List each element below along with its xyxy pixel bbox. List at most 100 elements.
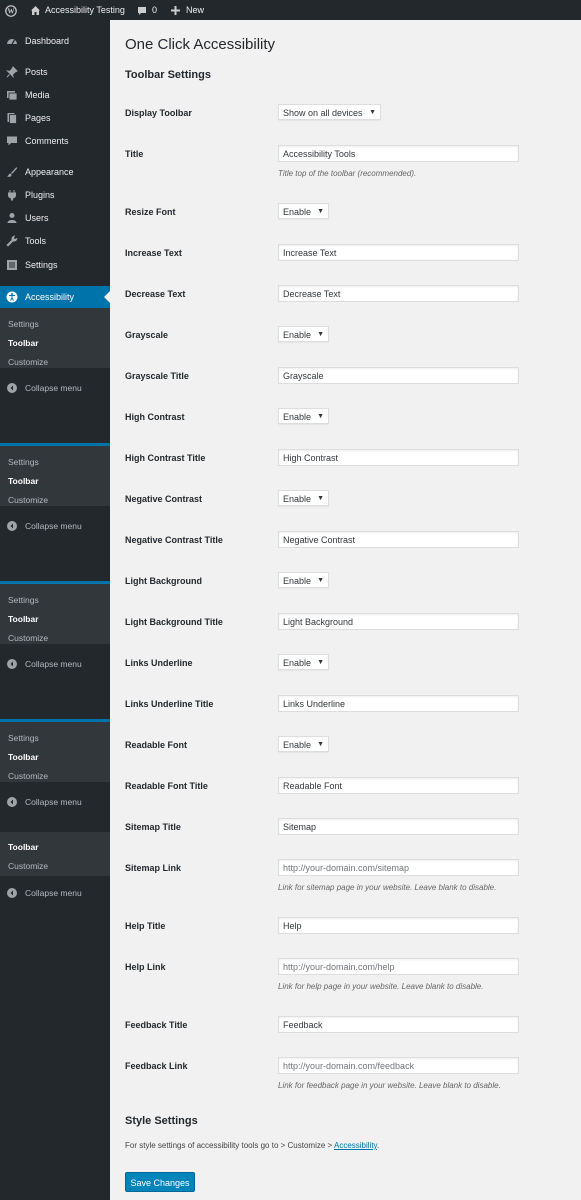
collapse-arrow-icon: [7, 888, 17, 898]
decrease-text-input[interactable]: Decrease Text: [278, 285, 519, 302]
menu-item-users[interactable]: Users: [0, 207, 110, 229]
menu-item-posts[interactable]: Posts: [0, 61, 110, 83]
grayscale-title-input[interactable]: Grayscale: [278, 367, 519, 384]
feedback-link-input[interactable]: http://your-domain.com/feedback: [278, 1057, 519, 1074]
links-underline-label: Links Underline: [125, 658, 193, 668]
links-underline-title-input[interactable]: Links Underline: [278, 695, 519, 712]
page-title: One Click Accessibility: [125, 36, 276, 53]
feedback-title-input[interactable]: Feedback: [278, 1016, 519, 1033]
high-contrast-select[interactable]: Enable ▼: [278, 408, 329, 424]
light-background-select[interactable]: Enable ▼: [278, 572, 329, 588]
collapse-menu-button[interactable]: Collapse menu: [0, 792, 110, 812]
feedback-link-description: Link for feedback page in your website. …: [278, 1081, 501, 1090]
sitemap-title-input[interactable]: Sitemap: [278, 818, 519, 835]
light-background-label: Light Background: [125, 576, 202, 586]
submenu-settings[interactable]: Settings: [8, 453, 39, 471]
submenu-toolbar[interactable]: Toolbar: [8, 472, 39, 490]
increase-text-label: Increase Text: [125, 248, 182, 258]
negative-contrast-select[interactable]: Enable ▼: [278, 490, 329, 506]
light-background-title-input[interactable]: Light Background: [278, 613, 519, 630]
admin-sidebar: Dashboard Posts Media Pages Comments App…: [0, 20, 110, 1200]
submenu-toolbar[interactable]: Toolbar: [8, 838, 39, 856]
paintbrush-icon: [7, 167, 17, 177]
collapse-arrow-icon: [7, 659, 17, 669]
links-underline-title-label: Links Underline Title: [125, 699, 214, 709]
menu-item-accessibility[interactable]: Accessibility: [0, 286, 110, 308]
menu-item-settings[interactable]: Settings: [0, 254, 110, 276]
dropdown-arrow-icon: ▼: [317, 741, 324, 748]
readable-font-title-input[interactable]: Readable Font: [278, 777, 519, 794]
dropdown-arrow-icon: ▼: [317, 208, 324, 215]
menu-item-comments[interactable]: Comments: [0, 130, 110, 152]
submenu-customize[interactable]: Customize: [8, 629, 48, 647]
menu-item-pages[interactable]: Pages: [0, 107, 110, 129]
svg-text:W: W: [8, 7, 15, 15]
dropdown-arrow-icon: ▼: [317, 413, 324, 420]
pages-icon: [7, 113, 17, 124]
submenu-customize[interactable]: Customize: [8, 491, 48, 509]
admin-bar: W Accessibility Testing 0 New: [0, 0, 581, 20]
submenu-customize[interactable]: Customize: [8, 857, 48, 875]
accessibility-submenu: Settings Toolbar Customize: [0, 722, 110, 782]
collapse-menu-button[interactable]: Collapse menu: [0, 654, 110, 674]
comments-count[interactable]: 0: [152, 0, 157, 20]
users-icon: [7, 213, 17, 223]
help-link-description: Link for help page in your website. Leav…: [278, 982, 484, 991]
dropdown-arrow-icon: ▼: [317, 659, 324, 666]
feedback-link-label: Feedback Link: [125, 1061, 188, 1071]
pushpin-icon: [6, 66, 18, 78]
submenu-settings[interactable]: Settings: [8, 729, 39, 747]
site-name-link[interactable]: Accessibility Testing: [45, 0, 125, 20]
sitemap-title-label: Sitemap Title: [125, 822, 181, 832]
increase-text-input[interactable]: Increase Text: [278, 244, 519, 261]
collapse-menu-button[interactable]: Collapse menu: [0, 516, 110, 536]
collapse-menu-button[interactable]: Collapse menu: [0, 883, 110, 903]
grayscale-select[interactable]: Enable ▼: [278, 326, 329, 342]
sitemap-link-label: Sitemap Link: [125, 863, 182, 873]
settings-icon: [7, 260, 17, 270]
menu-item-appearance[interactable]: Appearance: [0, 161, 110, 183]
wordpress-logo-icon[interactable]: W: [5, 0, 17, 20]
accessibility-submenu: Settings Toolbar Customize: [0, 308, 110, 368]
help-link-input[interactable]: http://your-domain.com/help: [278, 958, 519, 975]
title-label: Title: [125, 149, 144, 159]
decrease-text-label: Decrease Text: [125, 289, 186, 299]
menu-item-dashboard[interactable]: Dashboard: [0, 30, 110, 52]
dropdown-arrow-icon: ▼: [317, 495, 324, 502]
links-underline-select[interactable]: Enable ▼: [278, 654, 329, 670]
collapse-menu-button[interactable]: Collapse menu: [0, 378, 110, 398]
menu-item-tools[interactable]: Tools: [0, 230, 110, 252]
light-background-title-label: Light Background Title: [125, 617, 223, 627]
accessibility-customize-link[interactable]: Accessibility: [334, 1141, 377, 1150]
resize-font-label: Resize Font: [125, 207, 176, 217]
display-toolbar-select[interactable]: Show on all devices ▼: [278, 104, 381, 120]
high-contrast-title-input[interactable]: High Contrast: [278, 449, 519, 466]
readable-font-select[interactable]: Enable ▼: [278, 736, 329, 752]
submenu-toolbar[interactable]: Toolbar: [8, 610, 39, 628]
resize-font-select[interactable]: Enable ▼: [278, 203, 329, 219]
submenu-settings[interactable]: Settings: [8, 591, 39, 609]
title-input[interactable]: Accessibility Tools: [278, 145, 519, 162]
new-content-link[interactable]: New: [186, 0, 204, 20]
plus-icon[interactable]: [171, 0, 180, 20]
accessibility-icon: [6, 291, 18, 303]
negative-contrast-title-input[interactable]: Negative Contrast: [278, 531, 519, 548]
readable-font-label: Readable Font: [125, 740, 188, 750]
menu-item-plugins[interactable]: Plugins: [0, 184, 110, 206]
comment-bubble-icon[interactable]: [137, 0, 147, 20]
save-changes-button[interactable]: Save Changes: [125, 1172, 195, 1192]
toolbar-settings-heading: Toolbar Settings: [125, 69, 211, 81]
plugin-icon: [8, 190, 16, 201]
negative-contrast-title-label: Negative Contrast Title: [125, 535, 223, 545]
submenu-settings[interactable]: Settings: [8, 315, 39, 333]
submenu-toolbar[interactable]: Toolbar: [8, 334, 39, 352]
home-icon[interactable]: [30, 0, 41, 20]
menu-item-media[interactable]: Media: [0, 84, 110, 106]
submenu-toolbar[interactable]: Toolbar: [8, 748, 39, 766]
dropdown-arrow-icon: ▼: [317, 331, 324, 338]
sitemap-link-input[interactable]: http://your-domain.com/sitemap: [278, 859, 519, 876]
submenu-customize[interactable]: Customize: [8, 353, 48, 371]
help-title-input[interactable]: Help: [278, 917, 519, 934]
submenu-customize[interactable]: Customize: [8, 767, 48, 785]
style-settings-text: For style settings of accessibility tool…: [125, 1141, 380, 1150]
